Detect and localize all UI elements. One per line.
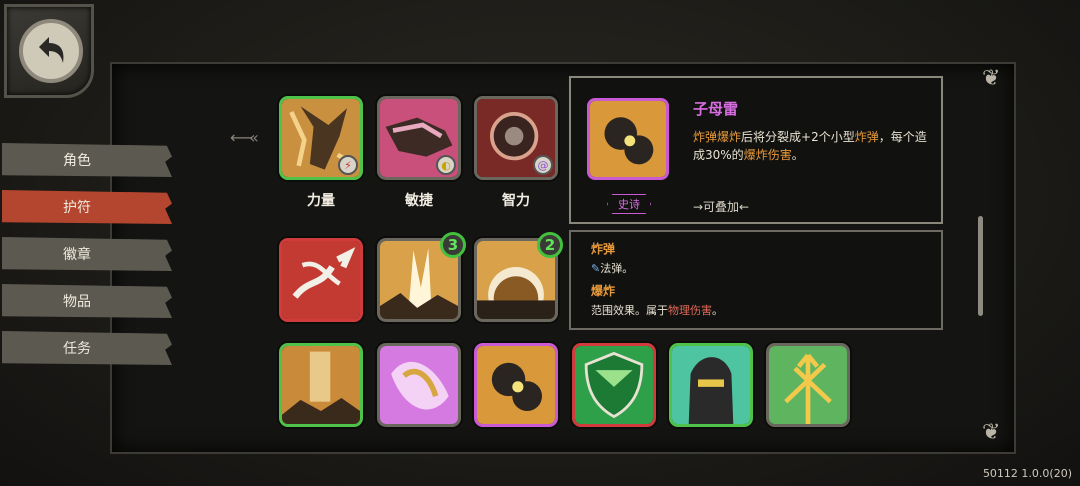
intelligence-badge-icon: @	[533, 155, 553, 175]
stack-count-badge: 3	[440, 232, 466, 258]
amulet-shield-icon[interactable]	[572, 343, 656, 427]
intelligence-icon[interactable]: @	[474, 96, 558, 180]
stackable-label: →可叠加←	[693, 200, 750, 214]
corner-ornament-icon: ❦	[982, 66, 1001, 91]
collapse-arrow-icon[interactable]: ⟵«	[230, 128, 259, 147]
agility-badge-icon: ◐	[436, 155, 456, 175]
tab-items[interactable]: 物品	[2, 284, 172, 318]
back-button[interactable]	[4, 4, 94, 98]
strength-badge-icon: ⚡	[338, 155, 358, 175]
keyword-explosion-desc: 范围效果。属于物理伤害。	[591, 304, 723, 317]
corner-ornament-icon: ❦	[982, 420, 1001, 445]
agility-icon[interactable]: ◐	[377, 96, 461, 180]
version-label: 50112 1.0.0(20)	[982, 467, 1072, 480]
intelligence-label: 智力	[502, 193, 530, 209]
amulet-name: 子母雷	[693, 100, 739, 118]
tab-amulet[interactable]: 护符	[2, 190, 172, 224]
amulet-cluster-bomb-icon[interactable]	[474, 343, 558, 427]
keyword-bomb-desc: ✎法弹。	[591, 262, 634, 275]
amulet-pillar-icon[interactable]	[279, 343, 363, 427]
tab-quests[interactable]: 任务	[2, 331, 172, 365]
strength-icon[interactable]: ⚡	[279, 96, 363, 180]
strength-label: 力量	[307, 193, 335, 209]
stack-count-badge: 2	[537, 232, 563, 258]
spell-icon: ✎	[591, 262, 601, 275]
keyword-explosion: 爆炸	[591, 284, 616, 298]
tab-badge[interactable]: 徽章	[2, 237, 172, 271]
amulet-description: 炸弹爆炸后将分裂成+2个小型炸弹，每个造成30%的爆炸伤害。	[693, 130, 927, 162]
selected-amulet-icon	[587, 98, 669, 180]
amulet-crystal-icon[interactable]	[377, 343, 461, 427]
amulet-lightning-icon[interactable]	[279, 238, 363, 322]
keyword-tooltip: 炸弹 ✎法弹。 爆炸 范围效果。属于物理伤害。	[569, 230, 943, 330]
amulet-detail-panel: 子母雷 炸弹爆炸后将分裂成+2个小型炸弹，每个造成30%的爆炸伤害。 史诗 →可…	[569, 76, 943, 224]
rarity-badge: 史诗	[607, 194, 651, 214]
back-arrow-icon	[19, 19, 83, 83]
tab-character[interactable]: 角色	[2, 143, 172, 177]
amulet-arrows-icon[interactable]	[766, 343, 850, 427]
keyword-bomb: 炸弹	[591, 242, 616, 256]
agility-label: 敏捷	[405, 193, 433, 209]
scrollbar[interactable]	[978, 216, 983, 316]
amulet-ninja-icon[interactable]	[669, 343, 753, 427]
